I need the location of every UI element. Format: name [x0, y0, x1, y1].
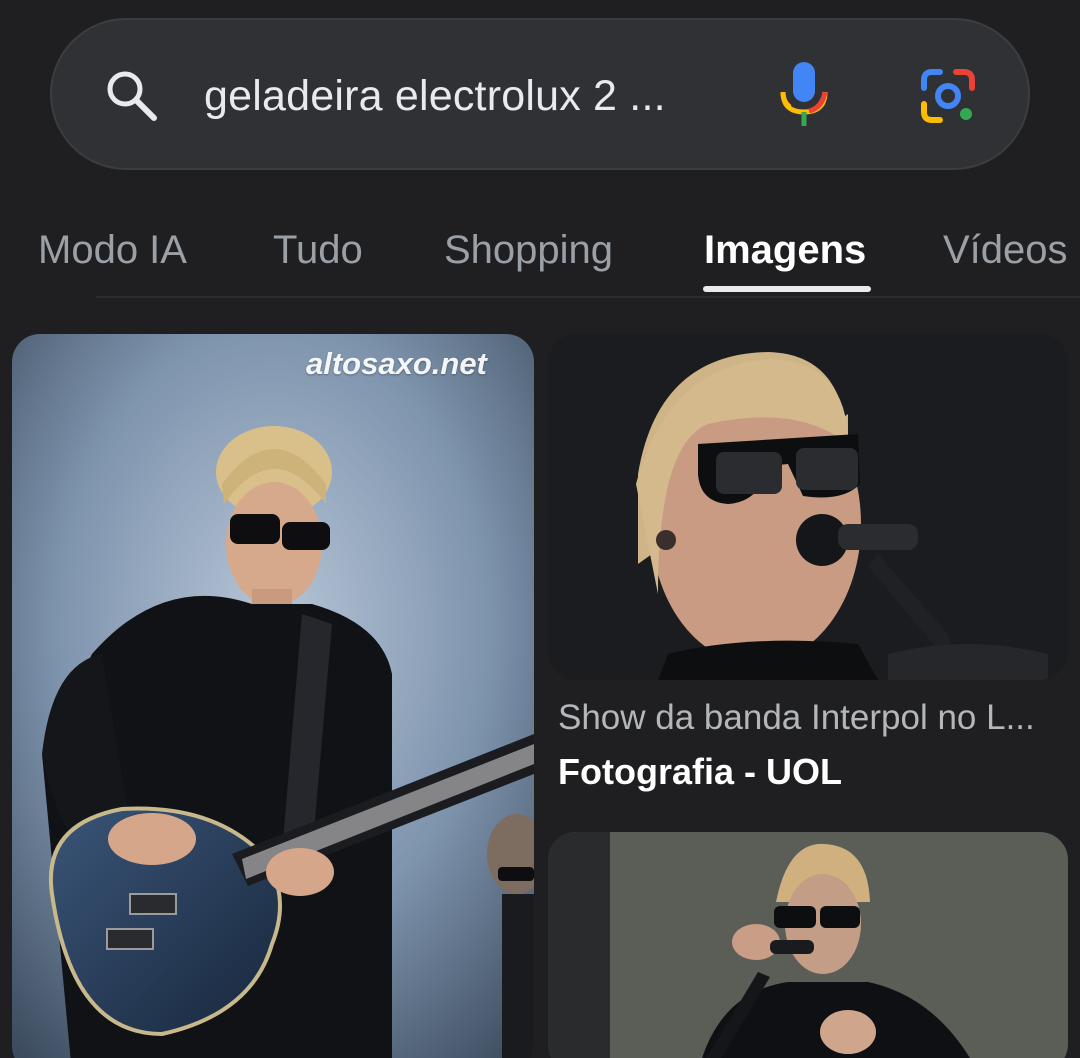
tab-videos[interactable]: Vídeos	[943, 220, 1068, 280]
search-tabs: Modo IA Tudo Shopping Imagens Vídeos	[0, 220, 1080, 300]
singer-on-stage-photo	[548, 832, 1068, 1058]
image-result-singer-stage[interactable]	[548, 832, 1068, 1058]
tab-shopping[interactable]: Shopping	[444, 220, 613, 280]
result-source[interactable]: Fotografia - UOL	[558, 750, 842, 794]
result-title[interactable]: Show da banda Interpol no L...	[558, 696, 1035, 740]
image-result-singer-closeup[interactable]	[548, 334, 1068, 680]
guitarist-photo	[12, 334, 534, 1058]
search-input[interactable]: geladeira electrolux 2 ...	[204, 68, 666, 124]
tab-modo-ia[interactable]: Modo IA	[38, 220, 187, 280]
screen: geladeira electrolux 2 ... Modo IA Tudo …	[0, 0, 1080, 1058]
image-watermark: altosaxo.net	[306, 346, 487, 381]
image-result-guitarist[interactable]	[12, 334, 534, 1058]
search-icon[interactable]	[102, 66, 160, 124]
microphone-icon[interactable]	[780, 62, 828, 128]
google-lens-icon[interactable]	[918, 66, 978, 126]
tabs-divider	[96, 296, 1080, 298]
singer-microphone-photo	[548, 334, 1068, 680]
tab-imagens[interactable]: Imagens	[704, 220, 866, 280]
active-tab-indicator	[703, 286, 871, 292]
tab-tudo[interactable]: Tudo	[273, 220, 363, 280]
